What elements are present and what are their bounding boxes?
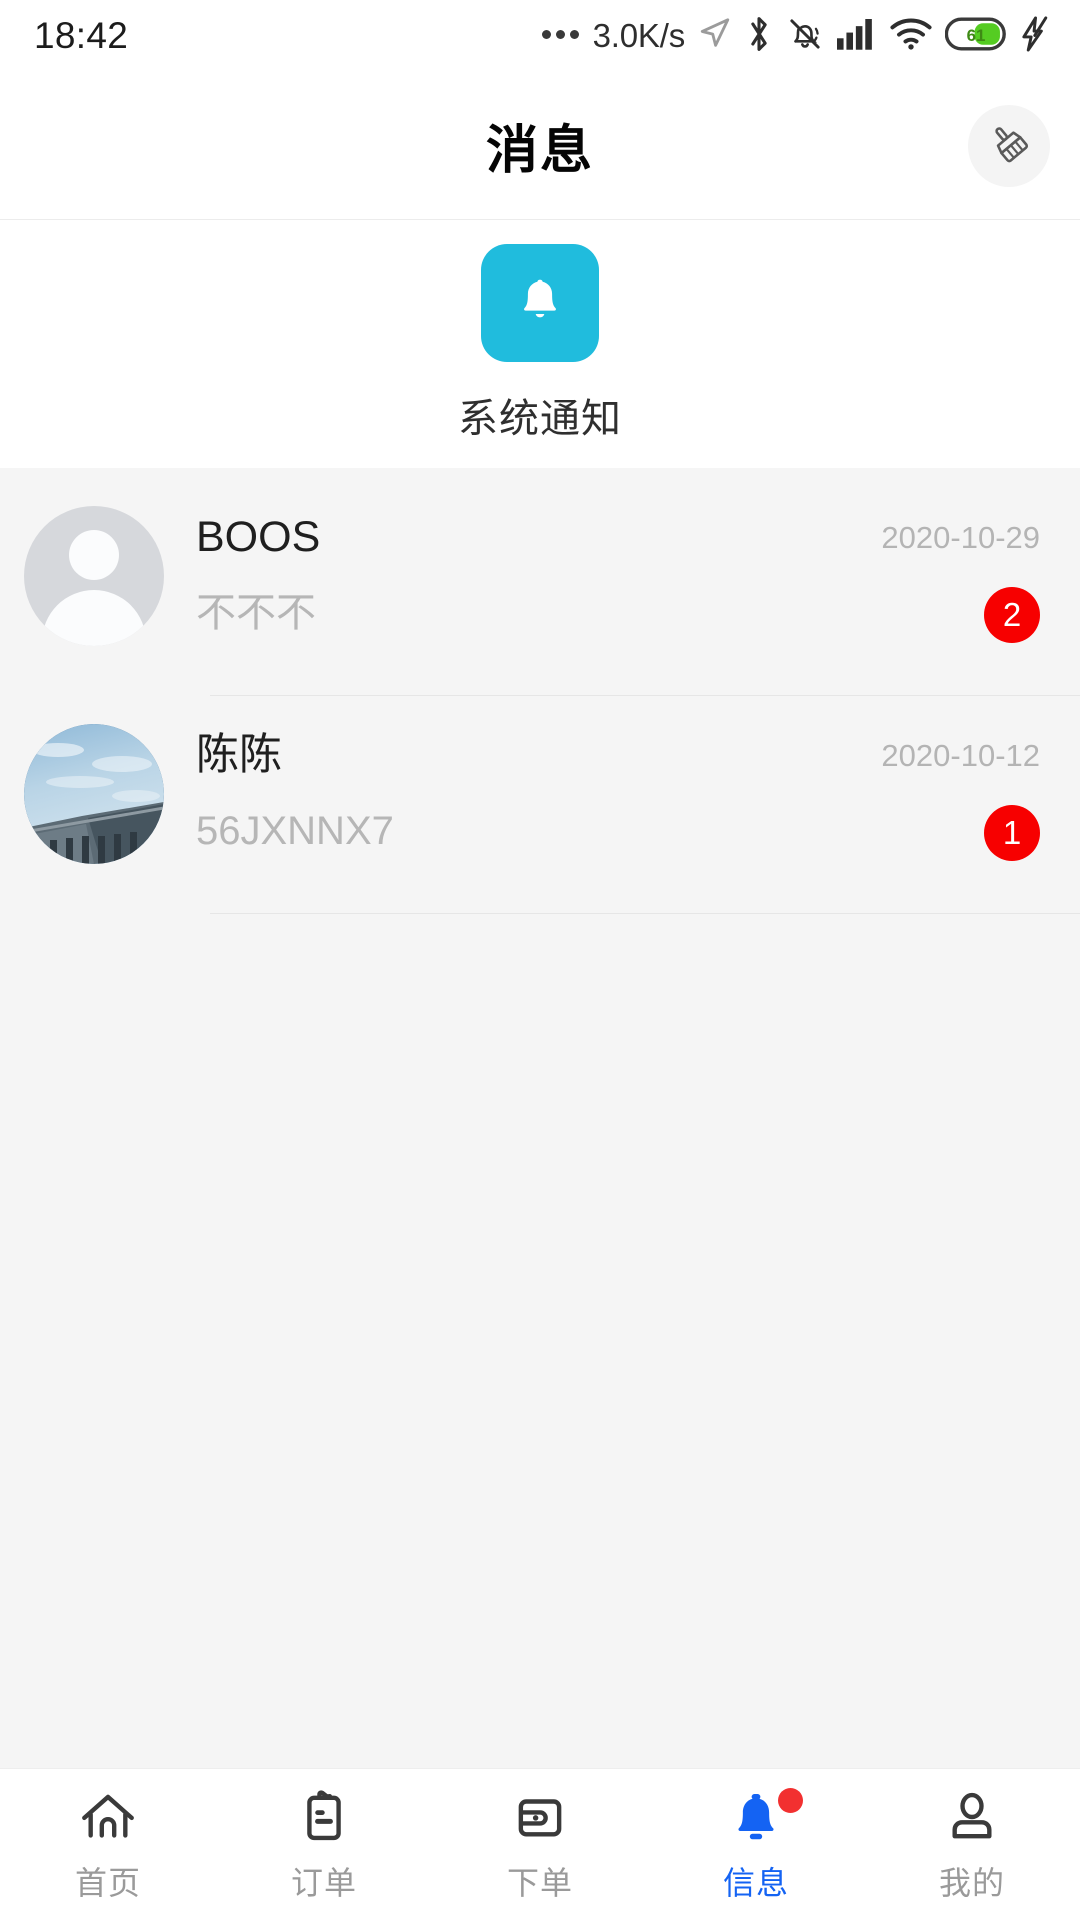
unread-badge: 2 bbox=[984, 587, 1040, 643]
tab-label: 信息 bbox=[722, 1864, 789, 1901]
home-icon bbox=[77, 1786, 139, 1848]
clipboard-icon bbox=[293, 1786, 355, 1848]
battery-icon: 61 bbox=[944, 17, 1007, 56]
page-title: 消息 bbox=[485, 122, 594, 180]
wallet-icon bbox=[509, 1786, 571, 1848]
messages-screen: 18:42 3.0K/s 61 消息 系统通知 BOOS 不不不 2020-10… bbox=[0, 0, 1080, 1920]
tab-label: 下单 bbox=[506, 1864, 573, 1901]
system-notice-button[interactable] bbox=[481, 244, 599, 362]
bluetooth-icon bbox=[745, 14, 773, 59]
tab-messages[interactable]: 信息 bbox=[648, 1769, 864, 1920]
chat-list: BOOS 不不不 2020-10-29 2 陈陈 56JXNNX7 2020-1… bbox=[0, 468, 1080, 1768]
bell-icon bbox=[509, 270, 571, 337]
chat-item-meta: 2020-10-12 1 bbox=[740, 720, 1040, 870]
status-bar-indicators: 3.0K/s 61 bbox=[541, 14, 1054, 59]
wifi-icon bbox=[890, 17, 932, 56]
location-arrow-icon bbox=[698, 15, 732, 58]
bottom-tab-bar: 首页 订单 下单 信息 我的 bbox=[0, 1768, 1080, 1920]
status-bar-clock: 18:42 bbox=[34, 15, 129, 56]
tab-label: 首页 bbox=[74, 1864, 141, 1901]
dam-landscape-photo-avatar bbox=[24, 724, 164, 864]
ellipsis-icon bbox=[541, 29, 579, 39]
system-notice-label: 系统通知 bbox=[458, 397, 622, 441]
chat-item-content: BOOS 不不不 2020-10-29 2 bbox=[164, 502, 1040, 643]
status-bar: 18:42 3.0K/s 61 bbox=[0, 0, 1080, 72]
tab-profile[interactable]: 我的 bbox=[864, 1769, 1080, 1920]
clear-messages-button[interactable] bbox=[968, 104, 1050, 187]
chat-list-item[interactable]: BOOS 不不不 2020-10-29 2 bbox=[0, 478, 1080, 696]
status-bar-network-speed: 3.0K/s bbox=[592, 17, 686, 54]
unread-badge: 1 bbox=[984, 805, 1040, 861]
chat-list-item[interactable]: 陈陈 56JXNNX7 2020-10-12 1 bbox=[0, 696, 1080, 914]
page-header: 消息 bbox=[0, 72, 1080, 220]
chat-timestamp: 2020-10-12 bbox=[881, 738, 1040, 773]
system-notice-section: 系统通知 bbox=[0, 220, 1080, 468]
list-divider bbox=[210, 913, 1080, 914]
tab-label: 我的 bbox=[938, 1864, 1005, 1901]
tab-place-order[interactable]: 下单 bbox=[432, 1769, 648, 1920]
charging-bolt-icon bbox=[1020, 15, 1054, 58]
broom-clear-icon bbox=[986, 120, 1032, 171]
tab-orders[interactable]: 订单 bbox=[216, 1769, 432, 1920]
tab-label: 订单 bbox=[290, 1864, 357, 1901]
svg-text:61: 61 bbox=[967, 26, 986, 45]
tab-notification-dot bbox=[778, 1787, 803, 1813]
tab-home[interactable]: 首页 bbox=[0, 1769, 216, 1920]
avatar bbox=[24, 506, 164, 646]
bell-icon bbox=[725, 1786, 803, 1848]
chat-item-content: 陈陈 56JXNNX7 2020-10-12 1 bbox=[164, 720, 1040, 861]
avatar bbox=[24, 724, 164, 864]
bell-muted-icon bbox=[786, 14, 824, 59]
cellular-signal-icon bbox=[837, 17, 877, 56]
chat-timestamp: 2020-10-29 bbox=[881, 520, 1040, 555]
person-icon bbox=[941, 1786, 1003, 1848]
chat-item-meta: 2020-10-29 2 bbox=[740, 502, 1040, 652]
